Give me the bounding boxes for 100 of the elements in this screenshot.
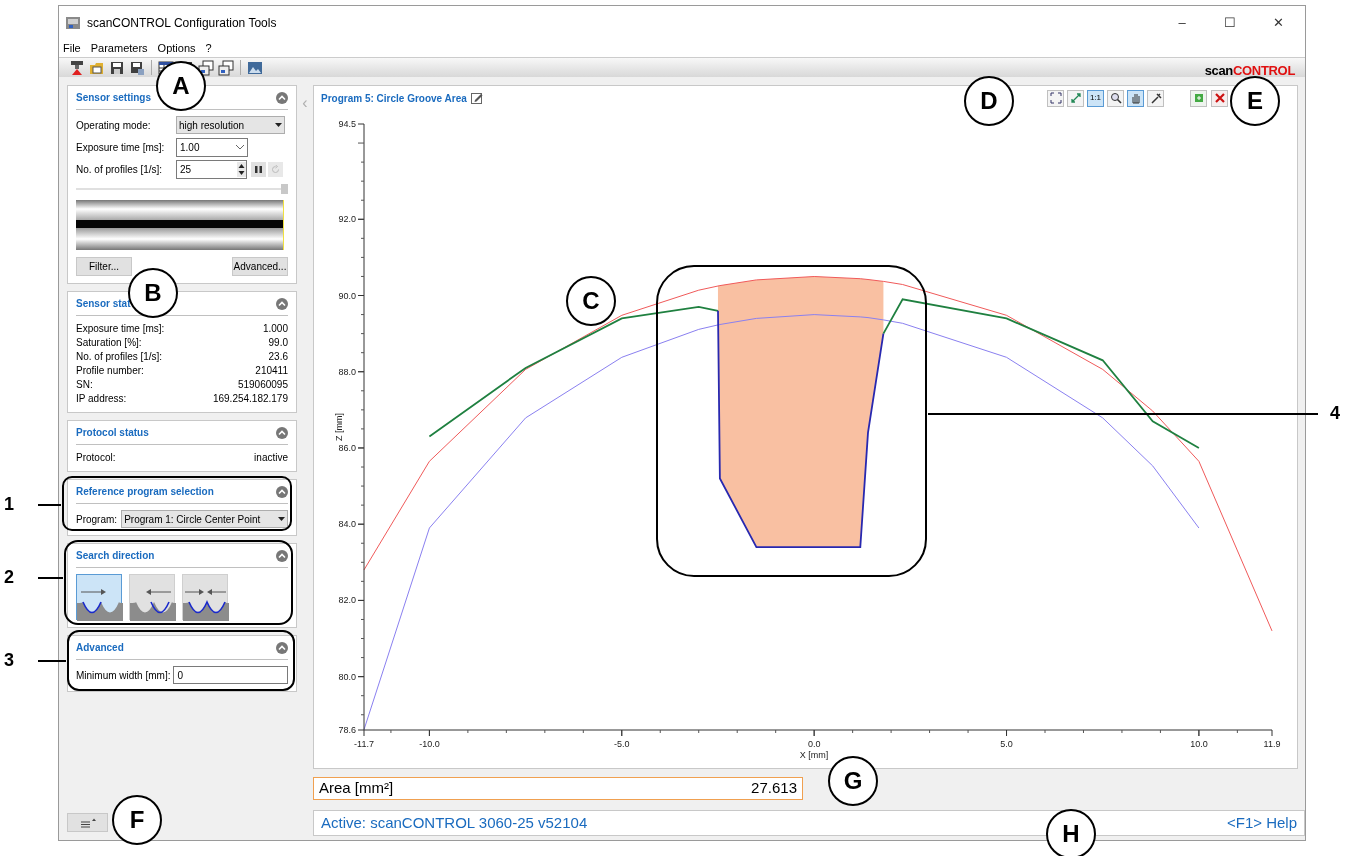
tick-label: 80.0 — [338, 671, 356, 682]
collapse-icon[interactable] — [276, 485, 288, 498]
tick-label: 94.5 — [338, 119, 356, 129]
field-label: Program: — [76, 512, 118, 527]
leader-line — [38, 504, 61, 506]
leader-line — [38, 577, 63, 579]
image-icon[interactable] — [247, 59, 263, 76]
add-button[interactable] — [1190, 89, 1207, 107]
tick-label: -5.0 — [614, 739, 630, 749]
autoscale-icon — [1068, 91, 1083, 105]
view-tool-button[interactable] — [1147, 89, 1164, 107]
status-value: 23.6 — [268, 350, 288, 364]
tick-label: -11.7 — [354, 739, 374, 749]
status-label: Exposure time [ms]: — [76, 322, 165, 336]
status-label: IP address: — [76, 392, 127, 406]
collapse-icon[interactable] — [276, 426, 288, 439]
tick-label: 0.0 — [807, 739, 821, 749]
collapse-icon[interactable] — [276, 297, 288, 310]
tick-label: 10.0 — [1190, 739, 1208, 749]
direction-button[interactable] — [129, 574, 175, 620]
pause-icon — [255, 165, 262, 173]
panel-title: Sensor settings — [76, 91, 153, 105]
direction-button[interactable] — [182, 574, 228, 620]
view-tool-button[interactable] — [1107, 89, 1124, 107]
fit-view-icon — [1048, 91, 1063, 105]
app-icon — [65, 15, 81, 31]
tick-label: 82.0 — [338, 595, 356, 606]
tick-label: 84.0 — [338, 519, 356, 530]
status-value: 1.000 — [262, 322, 288, 336]
menu-icon — [79, 817, 96, 828]
field-label: Minimum width [mm]: — [76, 668, 171, 683]
axis-label: Z [mm] — [334, 413, 344, 441]
minimum-width-field[interactable]: 0 — [173, 666, 288, 684]
marker-number: 2 — [4, 568, 14, 586]
windows-icon[interactable] — [218, 59, 234, 76]
delete-icon — [1212, 91, 1227, 105]
slider[interactable] — [76, 184, 288, 194]
tick-label: 86.0 — [338, 442, 356, 453]
result-label: Area [mm²] — [319, 778, 394, 799]
tick-label: 11.9 — [1263, 739, 1281, 749]
collapse-icon[interactable] — [276, 91, 288, 104]
caret-icon — [278, 517, 285, 521]
status-label: SN: — [76, 378, 93, 392]
operating-mode-dropdown[interactable]: high resolution — [176, 116, 285, 134]
tick-label: -10.0 — [419, 739, 440, 749]
tick-label: 78.6 — [338, 725, 356, 735]
field-label: Operating mode: — [76, 118, 152, 133]
window-title: scanCONTROL Configuration Tools — [87, 15, 277, 32]
menu-item[interactable]: File — [63, 40, 81, 57]
advanced-button[interactable]: Advanced... — [232, 257, 288, 276]
view-tool-button[interactable]: 1:1 — [1087, 89, 1104, 107]
chevron-icon — [236, 144, 244, 150]
status-value: inactive — [254, 451, 288, 465]
panel-title: Protocol status — [76, 426, 150, 440]
slider-thumb[interactable] — [281, 184, 288, 194]
status-value: 99.0 — [268, 336, 288, 350]
windows-icon[interactable] — [198, 59, 214, 76]
menu-item[interactable]: Options — [157, 40, 196, 57]
tick-label: 88.0 — [338, 366, 356, 377]
leader-line — [38, 660, 66, 662]
status-label: Protocol: — [76, 451, 116, 465]
collapse-icon[interactable] — [276, 549, 288, 562]
menu-item[interactable]: ? — [205, 40, 212, 57]
panel-title: Reference program selection — [76, 485, 215, 499]
laser-icon[interactable] — [69, 59, 85, 76]
zoom-icon — [1108, 91, 1123, 105]
profiles-spinbox[interactable]: 25 — [176, 159, 247, 179]
maximize-button[interactable]: ☐ — [1209, 13, 1251, 33]
status-value: 169.254.182.179 — [212, 392, 288, 406]
menu-item[interactable]: Parameters — [90, 40, 148, 57]
result-value: 27.613 — [751, 778, 797, 799]
status-value: 210411 — [255, 364, 288, 378]
pause-button[interactable] — [251, 161, 266, 177]
tick-label: 92.0 — [338, 214, 356, 225]
edit-icon[interactable] — [470, 92, 483, 104]
field-label: No. of profiles [1/s]: — [76, 162, 164, 177]
refresh-icon — [271, 164, 280, 174]
direction-button[interactable] — [76, 574, 122, 620]
tick-label: 5.0 — [1000, 739, 1013, 749]
plot-title: Program 5: Circle Groove Area — [321, 91, 467, 106]
status-label: Profile number: — [76, 364, 144, 378]
program-dropdown[interactable]: Program 1: Circle Center Point — [121, 510, 288, 528]
axis-label: X [mm] — [799, 750, 829, 760]
caret-icon — [275, 123, 282, 127]
tick-label: 90.0 — [338, 290, 356, 301]
help-link[interactable]: <F1> Help — [1226, 811, 1297, 835]
close-button[interactable]: ✕ — [1257, 13, 1299, 33]
status-value: 519060095 — [237, 378, 288, 392]
logo: scanCONTROL — [1204, 64, 1295, 77]
marker-number: 3 — [4, 651, 14, 669]
collapse-icon[interactable] — [276, 641, 288, 654]
exposure-time-combo[interactable]: 1.00 — [176, 137, 248, 157]
delete-button[interactable] — [1211, 89, 1228, 107]
status-label: Saturation [%]: — [76, 336, 142, 350]
panel-title: Advanced — [76, 641, 125, 655]
panel-title: Search direction — [76, 549, 156, 563]
minimize-button[interactable]: – — [1161, 13, 1203, 33]
status-label: No. of profiles [1/s]: — [76, 350, 163, 364]
spin-arrows-icon[interactable] — [237, 161, 246, 177]
filter-button[interactable]: Filter... — [76, 257, 132, 276]
